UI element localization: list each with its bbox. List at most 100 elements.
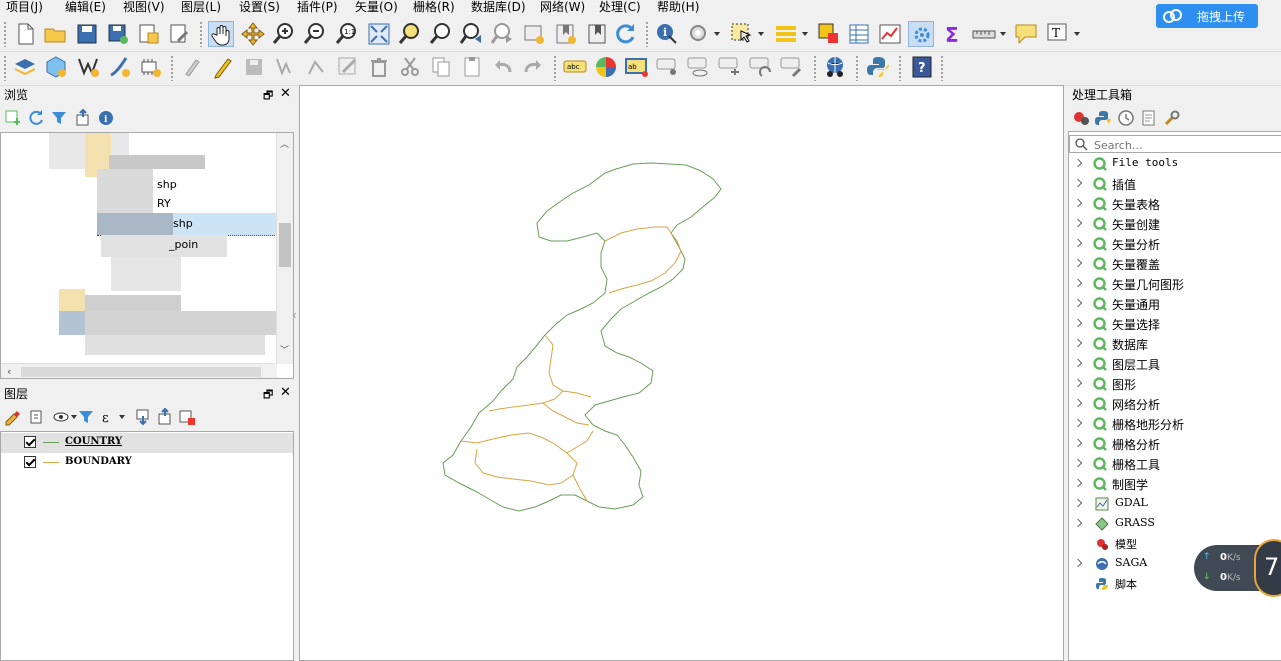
layer-visibility-checkbox[interactable] — [24, 436, 36, 448]
zoom-to-selection-icon[interactable] — [397, 21, 423, 47]
style-manager-icon[interactable] — [4, 408, 22, 426]
chevron-right-icon[interactable] — [1073, 478, 1083, 488]
visibility-eye-icon[interactable] — [52, 408, 70, 426]
chevron-right-icon[interactable] — [1073, 238, 1083, 248]
browser-item[interactable]: shp — [173, 217, 193, 230]
scrollbar-thumb[interactable] — [279, 223, 291, 267]
processing-item[interactable]: 矢量选择 — [1069, 314, 1281, 334]
menu-help[interactable]: 帮助(H) — [657, 0, 699, 16]
chevron-right-icon[interactable] — [1073, 558, 1083, 568]
change-label-icon[interactable] — [779, 54, 805, 80]
sum-sigma-icon[interactable]: Σ — [940, 21, 966, 47]
zoom-full-icon[interactable] — [366, 21, 392, 47]
layer-row-boundary[interactable]: BOUNDARY — [1, 453, 293, 473]
zoom-native-icon[interactable]: 1:1 — [334, 21, 360, 47]
toolbar-handle[interactable] — [199, 21, 203, 47]
undo-icon[interactable] — [490, 54, 516, 80]
info-icon[interactable]: i — [97, 109, 115, 127]
collapse-handle-icon[interactable]: ‹ — [292, 308, 300, 326]
select-features-icon[interactable] — [729, 21, 755, 47]
chevron-down-icon[interactable] — [713, 21, 721, 47]
chevron-right-icon[interactable] — [1073, 438, 1083, 448]
options-wrench-icon[interactable] — [1163, 109, 1181, 127]
chevron-down-icon[interactable] — [757, 21, 765, 47]
processing-toolbox-icon[interactable] — [908, 21, 934, 47]
browser-item[interactable]: RY — [157, 197, 171, 210]
filter-legend-icon[interactable] — [77, 408, 95, 426]
processing-item[interactable]: 图形 — [1069, 374, 1281, 394]
menu-processing[interactable]: 处理(C) — [599, 0, 641, 16]
chevron-right-icon[interactable] — [1073, 378, 1083, 388]
add-selected-layers-icon[interactable] — [4, 109, 22, 127]
processing-item[interactable]: GRASS — [1069, 514, 1281, 534]
zoom-in-icon[interactable] — [271, 21, 297, 47]
chevron-right-icon[interactable] — [1073, 318, 1083, 328]
new-spatialite-layer-icon[interactable] — [106, 54, 132, 80]
chevron-right-icon[interactable] — [1073, 258, 1083, 268]
highlight-pinned-labels-icon[interactable]: ab — [624, 54, 650, 80]
processing-item[interactable]: 矢量分析 — [1069, 234, 1281, 254]
processing-item[interactable]: 栅格地形分析 — [1069, 414, 1281, 434]
layer-visibility-checkbox[interactable] — [24, 456, 36, 468]
current-edits-icon[interactable] — [180, 54, 206, 80]
pan-to-selection-icon[interactable] — [240, 21, 266, 47]
chevron-right-icon[interactable] — [1073, 338, 1083, 348]
menu-edit[interactable]: 编辑(E) — [65, 0, 106, 16]
rotate-label-icon[interactable] — [748, 54, 774, 80]
collapse-all-icon[interactable] — [156, 408, 174, 426]
menu-settings[interactable]: 设置(S) — [239, 0, 280, 16]
filter-expression-icon[interactable]: ε — [100, 408, 118, 426]
map-canvas[interactable]: ‹ — [292, 85, 1064, 661]
chevron-down-icon[interactable] — [1073, 21, 1081, 47]
new-geopackage-layer-icon[interactable] — [43, 54, 69, 80]
browser-tree[interactable]: shp RY shp _poin ︿ ﹀ ‹ — [0, 132, 294, 379]
text-annotation-icon[interactable]: T — [1045, 21, 1071, 47]
chevron-right-icon[interactable] — [1073, 298, 1083, 308]
zoom-to-layer-icon[interactable] — [428, 21, 454, 47]
toolbar-handle[interactable] — [553, 55, 557, 81]
toolbar-handle[interactable] — [813, 55, 817, 81]
processing-item[interactable]: 矢量几何图形 — [1069, 274, 1281, 294]
processing-item[interactable]: 矢量表格 — [1069, 194, 1281, 214]
new-map-view-icon[interactable] — [521, 21, 547, 47]
toolbar-handle[interactable] — [940, 55, 944, 81]
chevron-right-icon[interactable] — [1073, 198, 1083, 208]
chevron-down-icon[interactable] — [999, 21, 1007, 47]
toolbar-handle[interactable] — [898, 55, 902, 81]
scroll-down-icon[interactable]: ﹀ — [280, 343, 289, 356]
save-as-icon[interactable] — [105, 21, 131, 47]
menu-layer[interactable]: 图层(L) — [181, 0, 221, 16]
help-contents-icon[interactable]: ? — [909, 54, 935, 80]
modify-attributes-icon[interactable] — [335, 54, 361, 80]
horizontal-scrollbar[interactable]: ‹ — [1, 363, 277, 378]
menu-web[interactable]: 网络(W) — [540, 0, 585, 16]
layer-row-country[interactable]: COUNTRY — [1, 433, 293, 453]
float-panel-icon[interactable]: 🗗 — [263, 386, 273, 405]
layer-diagram-icon[interactable] — [593, 54, 619, 80]
chevron-down-icon[interactable] — [118, 404, 126, 430]
browser-item[interactable]: _poin — [169, 238, 198, 251]
processing-item[interactable]: 插值 — [1069, 174, 1281, 194]
save-project-icon[interactable] — [74, 21, 100, 47]
delete-selected-icon[interactable] — [366, 54, 392, 80]
toolbar-handle[interactable] — [645, 21, 649, 47]
zoom-last-icon[interactable] — [459, 21, 485, 47]
vertical-scrollbar[interactable]: ︿ ﹀ — [276, 133, 293, 364]
statistical-summary-icon[interactable] — [877, 21, 903, 47]
save-edits-icon[interactable] — [241, 54, 267, 80]
identify-features-icon[interactable]: i — [654, 21, 680, 47]
new-temporary-layer-icon[interactable] — [137, 54, 163, 80]
menu-project[interactable]: 项目(J) — [6, 0, 43, 16]
expand-all-icon[interactable] — [134, 408, 152, 426]
menu-vector[interactable]: 矢量(O) — [355, 0, 398, 16]
collapse-all-icon[interactable] — [74, 109, 92, 127]
processing-item[interactable]: 矢量创建 — [1069, 214, 1281, 234]
refresh-icon[interactable] — [612, 21, 638, 47]
show-hide-labels-icon[interactable] — [686, 54, 712, 80]
chevron-right-icon[interactable] — [1073, 178, 1083, 188]
chevron-right-icon[interactable] — [1073, 158, 1083, 168]
data-source-manager-icon[interactable] — [12, 54, 38, 80]
deselect-features-icon[interactable] — [816, 21, 842, 47]
processing-item[interactable]: 矢量覆盖 — [1069, 254, 1281, 274]
map-tips-icon[interactable] — [1013, 21, 1039, 47]
